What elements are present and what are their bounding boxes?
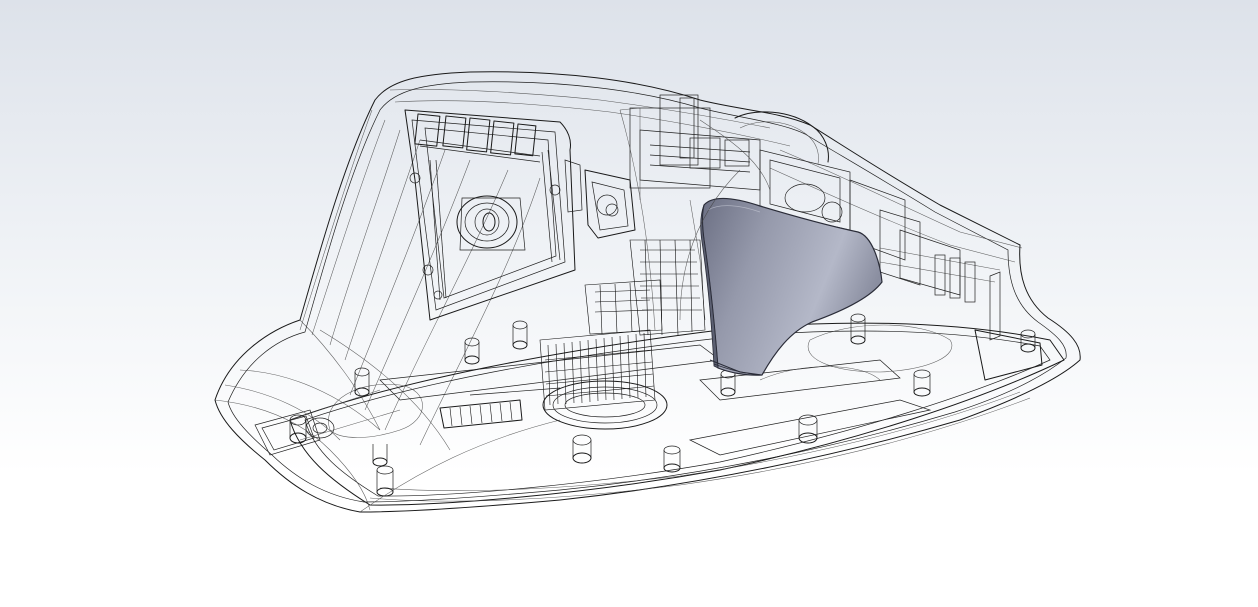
- graphics-viewport[interactable]: [0, 0, 1258, 607]
- selected-part-fin[interactable]: [700, 197, 883, 376]
- screw-bosses: [289, 313, 1036, 497]
- front-display-panel: [404, 109, 636, 321]
- cad-assembly-model[interactable]: [0, 0, 1258, 607]
- base-internals: [254, 313, 1036, 497]
- housing-shell: [214, 71, 1081, 513]
